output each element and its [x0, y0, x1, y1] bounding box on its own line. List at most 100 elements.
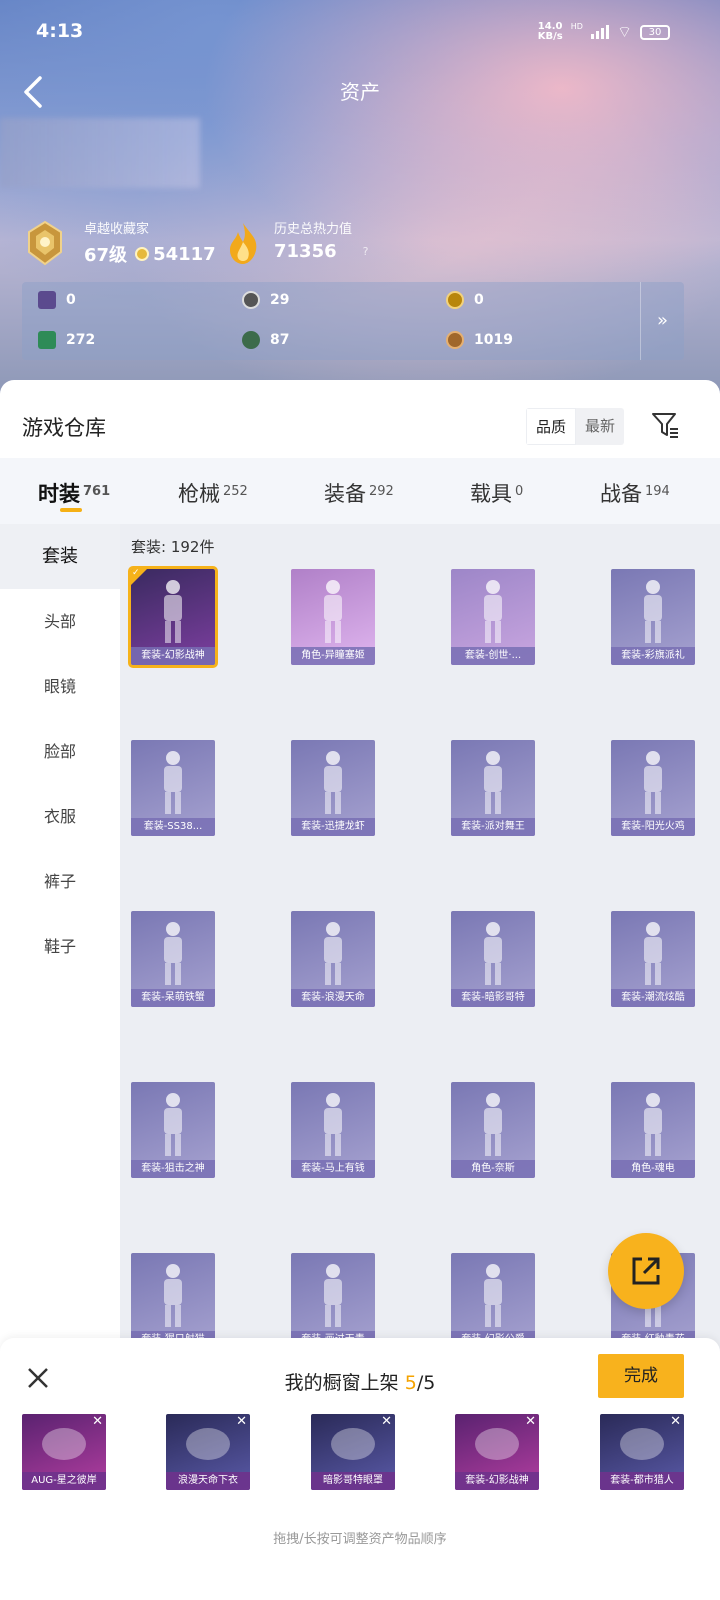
showcase-item[interactable]: ✕ 暗影哥特眼罩 [311, 1414, 395, 1490]
item-card-label: 套装-浪漫天命 [291, 989, 375, 1007]
sidebar-item-clothes[interactable]: 衣服 [0, 784, 120, 849]
showcase-item[interactable]: ✕ 浪漫天命下衣 [166, 1414, 250, 1490]
tab-label: 枪械 [178, 482, 220, 506]
item-card[interactable]: 套装-创世·... [451, 569, 535, 665]
showcase-item[interactable]: ✕ 套装-都市猎人 [600, 1414, 684, 1490]
item-card[interactable]: 套装-SS38... [131, 740, 215, 836]
tab-vehicles[interactable]: 载具 0 [470, 478, 523, 508]
currency-item: 0 [446, 291, 484, 309]
currency-value: 1019 [474, 332, 513, 348]
item-card-label: 套装-彩旗派礼 [611, 647, 695, 665]
chevron-right-icon[interactable]: » [640, 282, 684, 360]
currency-panel[interactable]: 0 29 0 272 87 1019 » [22, 282, 684, 360]
filter-icon[interactable] [650, 410, 680, 440]
heat-stat: 历史总热力值 71356 ? [274, 218, 368, 262]
item-card[interactable]: 套装-浪漫天命 [291, 911, 375, 1007]
showcase-item-label: 套装-幻影战神 [455, 1472, 539, 1490]
item-card[interactable]: 套装-画过天青 [291, 1253, 375, 1349]
outfit-thumbnail-icon [164, 1093, 182, 1156]
item-card[interactable]: 套装-猩只射猫 [131, 1253, 215, 1349]
item-card[interactable]: 角色-异瞳塞姬 [291, 569, 375, 665]
wifi-icon: ⌔ [616, 22, 632, 41]
outfit-thumbnail-icon [484, 751, 502, 814]
showcase-total-count: /5 [416, 1372, 436, 1394]
gold-coin-icon [446, 291, 464, 309]
tab-count: 194 [645, 484, 670, 499]
outfit-thumbnail-icon [164, 922, 182, 985]
currency-value: 29 [270, 292, 290, 308]
item-card[interactable]: 套装-暗影哥特 [451, 911, 535, 1007]
item-card-label: 套装-创世·... [451, 647, 535, 665]
heat-help-icon[interactable]: ? [363, 245, 369, 258]
showcase-item-label: 套装-都市猎人 [600, 1472, 684, 1490]
showcase-drawer: 我的橱窗上架 5/5 完成 ✕ AUG-星之彼岸 ✕ 浪漫天命下衣 ✕ 暗影哥特眼罩 ✕ 套装… [0, 1338, 720, 1600]
item-card-label: 套装-狙击之神 [131, 1160, 215, 1178]
item-card[interactable]: 套装-幻影公爵 [451, 1253, 535, 1349]
item-card[interactable]: 套装-派对舞王 [451, 740, 535, 836]
silver-coin-icon [242, 291, 260, 309]
tab-fashion[interactable]: 时装 761 [38, 478, 110, 508]
outfit-thumbnail-icon [324, 922, 342, 985]
remove-icon[interactable]: ✕ [236, 1415, 247, 1428]
bronze-coin-icon [446, 331, 464, 349]
outfit-thumbnail-icon [644, 751, 662, 814]
currency-value: 272 [66, 332, 96, 348]
item-card[interactable]: 套装-呆萌铁蟹 [131, 911, 215, 1007]
tab-count: 252 [223, 484, 248, 499]
remove-icon[interactable]: ✕ [381, 1415, 392, 1428]
tab-guns[interactable]: 枪械 252 [178, 478, 248, 508]
tab-label: 时装 [38, 482, 80, 506]
share-button[interactable] [608, 1233, 684, 1309]
net-unit: KB/s [537, 31, 563, 42]
item-card[interactable]: 套装-狙击之神 [131, 1082, 215, 1178]
showcase-item-label: AUG-星之彼岸 [22, 1472, 106, 1490]
showcase-title-text: 我的橱窗上架 [284, 1372, 405, 1394]
showcase-item[interactable]: ✕ AUG-星之彼岸 [22, 1414, 106, 1490]
heat-value: 71356 [274, 241, 337, 262]
showcase-item-label: 暗影哥特眼罩 [311, 1472, 395, 1490]
remove-icon[interactable]: ✕ [92, 1415, 103, 1428]
tab-equipment[interactable]: 装备 292 [324, 478, 394, 508]
done-button[interactable]: 完成 [598, 1354, 684, 1398]
sort-newest-button[interactable]: 最新 [576, 408, 624, 445]
outfit-thumbnail-icon [644, 922, 662, 985]
item-card-label: 套装-幻影战神 [131, 647, 215, 665]
sidebar-item-glasses[interactable]: 眼镜 [0, 654, 120, 719]
green-orb-icon [242, 331, 260, 349]
category-tabs: 时装 761 枪械 252 装备 292 载具 0 战备 194 [0, 458, 720, 524]
item-card[interactable]: 套装-马上有钱 [291, 1082, 375, 1178]
remove-icon[interactable]: ✕ [525, 1415, 536, 1428]
item-card[interactable]: 套装-幻影战神 [128, 566, 218, 668]
currency-item: 87 [242, 331, 289, 349]
currency-item: 0 [38, 291, 76, 309]
item-card-label: 套装-马上有钱 [291, 1160, 375, 1178]
currency-value: 0 [474, 292, 484, 308]
remove-icon[interactable]: ✕ [670, 1415, 681, 1428]
collector-label: 卓越收藏家 [84, 222, 150, 237]
collector-medal-icon [28, 220, 62, 266]
item-card[interactable]: 套装-阳光火鸡 [611, 740, 695, 836]
sidebar-item-pants[interactable]: 裤子 [0, 849, 120, 914]
tab-supplies[interactable]: 战备 194 [600, 478, 670, 508]
item-card[interactable]: 套装-彩旗派礼 [611, 569, 695, 665]
item-card[interactable]: 套装-潮流炫酷 [611, 911, 695, 1007]
tab-label: 装备 [324, 482, 366, 506]
sidebar-item-suits[interactable]: 套装 [0, 524, 120, 589]
warehouse-title: 游戏仓库 [22, 416, 106, 440]
sidebar-item-head[interactable]: 头部 [0, 589, 120, 654]
currency-item: 1019 [446, 331, 513, 349]
item-card-label: 套装-呆萌铁蟹 [131, 989, 215, 1007]
sidebar-item-shoes[interactable]: 鞋子 [0, 914, 120, 979]
collector-level: 67级 [84, 245, 128, 266]
outfit-thumbnail-icon [484, 1264, 502, 1327]
showcase-item[interactable]: ✕ 套装-幻影战神 [455, 1414, 539, 1490]
item-card-label: 套装-潮流炫酷 [611, 989, 695, 1007]
outfit-thumbnail-icon [484, 922, 502, 985]
sort-quality-button[interactable]: 品质 [525, 408, 576, 445]
item-card[interactable]: 角色-魂电 [611, 1082, 695, 1178]
outfit-thumbnail-icon [324, 1093, 342, 1156]
item-card-label: 角色-魂电 [611, 1160, 695, 1178]
item-card[interactable]: 套装-迅捷龙虾 [291, 740, 375, 836]
item-card[interactable]: 角色-奈斯 [451, 1082, 535, 1178]
sidebar-item-face[interactable]: 脸部 [0, 719, 120, 784]
